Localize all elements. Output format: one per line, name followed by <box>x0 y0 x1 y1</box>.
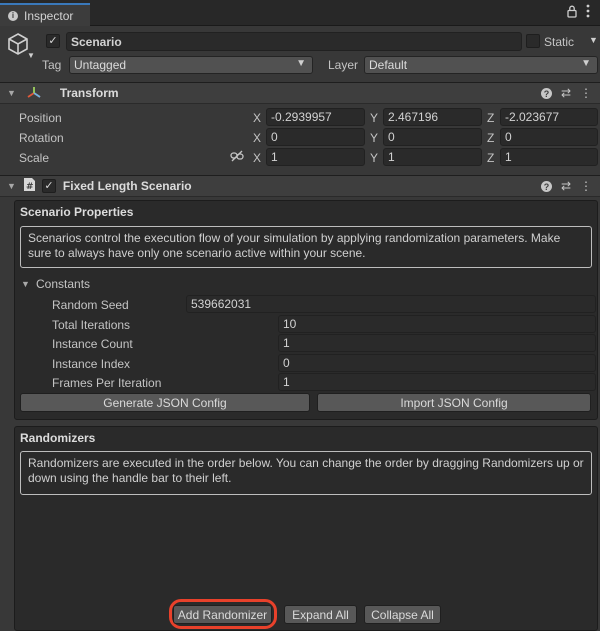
scale-label: Scale <box>19 151 50 165</box>
constants-label[interactable]: Constants <box>36 277 90 291</box>
component-header-icons: ? ⇄ ⋮ <box>540 179 592 193</box>
dropdown-arrow-icon: ▼ <box>581 58 591 69</box>
svg-text:#: # <box>26 182 34 192</box>
scenario-properties-info: Scenarios control the execution flow of … <box>20 226 592 268</box>
preset-sliders-icon[interactable]: ⇄ <box>561 86 571 100</box>
rotation-z-field[interactable]: 0 <box>500 128 598 146</box>
tag-value: Untagged <box>74 58 127 72</box>
transform-title: Transform <box>59 86 119 100</box>
scenario-component-header[interactable]: ▼ # ✓ Fixed Length Scenario ? ⇄ ⋮ <box>0 175 600 197</box>
frames-per-iteration-field[interactable]: 1 <box>278 373 596 391</box>
tab-label: Inspector <box>24 8 74 23</box>
position-x-field[interactable]: -0.2939957 <box>266 108 365 126</box>
total-iterations-field[interactable]: 10 <box>278 315 596 333</box>
component-header-icons: ? ⇄ ⋮ <box>540 86 592 100</box>
transform-header[interactable]: ▼ Transform ? ⇄ ⋮ <box>0 82 600 104</box>
info-icon: i <box>8 10 18 21</box>
dropdown-arrow-icon: ▼ <box>296 58 306 69</box>
tab-bar: i Inspector <box>0 0 600 26</box>
instance-index-field[interactable]: 0 <box>278 354 596 372</box>
static-dropdown-icon[interactable]: ▼ <box>589 35 598 45</box>
scale-z-field[interactable]: 1 <box>500 148 598 166</box>
preset-sliders-icon[interactable]: ⇄ <box>561 179 571 193</box>
position-z-field[interactable]: -2.023677 <box>500 108 598 126</box>
instance-index-label: Instance Index <box>52 357 131 371</box>
constrain-proportions-link-icon[interactable] <box>230 150 244 165</box>
axis-x-label: X <box>253 131 262 145</box>
axis-y-label: Y <box>370 111 379 125</box>
import-json-config-button[interactable]: Import JSON Config <box>317 393 591 412</box>
rotation-label: Rotation <box>19 131 64 145</box>
kebab-menu-icon[interactable]: ⋮ <box>580 179 592 193</box>
lock-icon[interactable] <box>567 5 577 21</box>
layer-dropdown[interactable]: Default ▼ <box>364 56 598 74</box>
static-label: Static <box>544 35 575 49</box>
frames-per-iteration-label: Frames Per Iteration <box>52 376 162 390</box>
kebab-menu-icon[interactable]: ⋮ <box>580 86 592 100</box>
script-hash-icon: # <box>23 177 36 195</box>
foldout-arrow-icon[interactable]: ▼ <box>7 88 16 98</box>
tag-label: Tag <box>42 58 62 72</box>
instance-count-field[interactable]: 1 <box>278 334 596 352</box>
add-randomizer-button[interactable]: Add Randomizer <box>173 605 272 624</box>
axis-y-label: Y <box>370 131 379 145</box>
scenario-properties-title: Scenario Properties <box>20 205 134 219</box>
scale-x-field[interactable]: 1 <box>266 148 365 166</box>
generate-json-config-button[interactable]: Generate JSON Config <box>20 393 310 412</box>
position-label: Position <box>19 111 62 125</box>
constants-foldout-icon[interactable]: ▼ <box>21 279 30 289</box>
scale-y-field[interactable]: 1 <box>383 148 482 166</box>
random-seed-label: Random Seed <box>52 298 129 312</box>
rotation-y-field[interactable]: 0 <box>383 128 482 146</box>
expand-all-button[interactable]: Expand All <box>284 605 357 624</box>
axis-x-label: X <box>253 111 262 125</box>
random-seed-field[interactable]: 539662031 <box>186 295 596 313</box>
component-enabled-checkbox[interactable]: ✓ <box>41 179 56 193</box>
instance-count-label: Instance Count <box>52 337 133 351</box>
layer-value: Default <box>369 58 408 72</box>
object-name-input[interactable]: Scenario <box>66 32 522 51</box>
static-checkbox[interactable] <box>526 34 540 48</box>
active-checkbox[interactable]: ✓ <box>46 34 60 48</box>
axis-z-label: Z <box>487 151 495 165</box>
axis-x-label: X <box>253 151 262 165</box>
transform-icon <box>26 85 42 102</box>
tag-dropdown[interactable]: Untagged ▼ <box>69 56 313 74</box>
axis-y-label: Y <box>370 151 379 165</box>
randomizers-info: Randomizers are executed in the order be… <box>20 451 592 495</box>
tab-inspector[interactable]: i Inspector <box>0 3 90 26</box>
layer-label: Layer <box>328 58 359 72</box>
help-icon[interactable]: ? <box>540 88 552 99</box>
position-y-field[interactable]: 2.467196 <box>383 108 482 126</box>
foldout-arrow-icon[interactable]: ▼ <box>7 181 16 191</box>
kebab-menu-icon[interactable] <box>586 4 590 21</box>
help-icon[interactable]: ? <box>540 181 552 192</box>
axis-z-label: Z <box>487 111 495 125</box>
collapse-all-button[interactable]: Collapse All <box>364 605 441 624</box>
randomizers-title: Randomizers <box>20 431 96 445</box>
scenario-title: Fixed Length Scenario <box>62 179 192 193</box>
chevron-down-icon[interactable]: ▼ <box>27 51 35 60</box>
total-iterations-label: Total Iterations <box>52 318 131 332</box>
axis-z-label: Z <box>487 131 495 145</box>
rotation-x-field[interactable]: 0 <box>266 128 365 146</box>
